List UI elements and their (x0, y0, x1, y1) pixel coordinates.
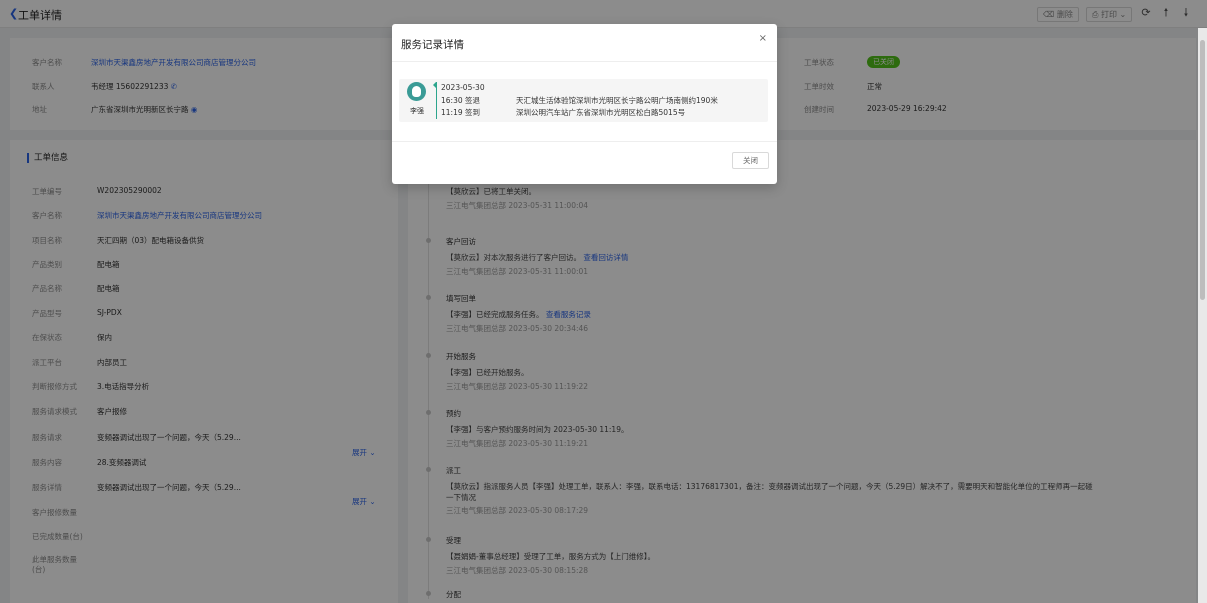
service-record-modal: 服务记录详情 × 李强 2023-05-30 16:30 签退 11:19 签到… (392, 24, 777, 184)
close-icon[interactable]: × (759, 34, 767, 44)
close-button[interactable]: 关闭 (732, 152, 769, 169)
record-line (436, 82, 437, 119)
user-icon (412, 86, 421, 97)
checkout-location: 天汇城生活体验馆深圳市光明区长宁路公明广场南侧约190米 (516, 96, 718, 105)
modal-divider (392, 61, 777, 62)
checkin-location: 深圳公明汽车站广东省深圳市光明区松白路5015号 (516, 108, 686, 117)
modal-title: 服务记录详情 (401, 39, 464, 51)
scrollbar-thumb[interactable] (1200, 40, 1205, 300)
service-record-item: 李强 2023-05-30 16:30 签退 11:19 签到 天汇城生活体验馆… (399, 79, 768, 122)
record-date: 2023-05-30 (441, 83, 485, 92)
checkout-time: 16:30 签退 (441, 96, 480, 105)
checkin-time: 11:19 签到 (441, 108, 480, 117)
avatar (407, 82, 426, 101)
engineer-name: 李强 (410, 107, 424, 115)
record-marker-icon (433, 82, 436, 88)
modal-footer-divider (392, 141, 777, 142)
